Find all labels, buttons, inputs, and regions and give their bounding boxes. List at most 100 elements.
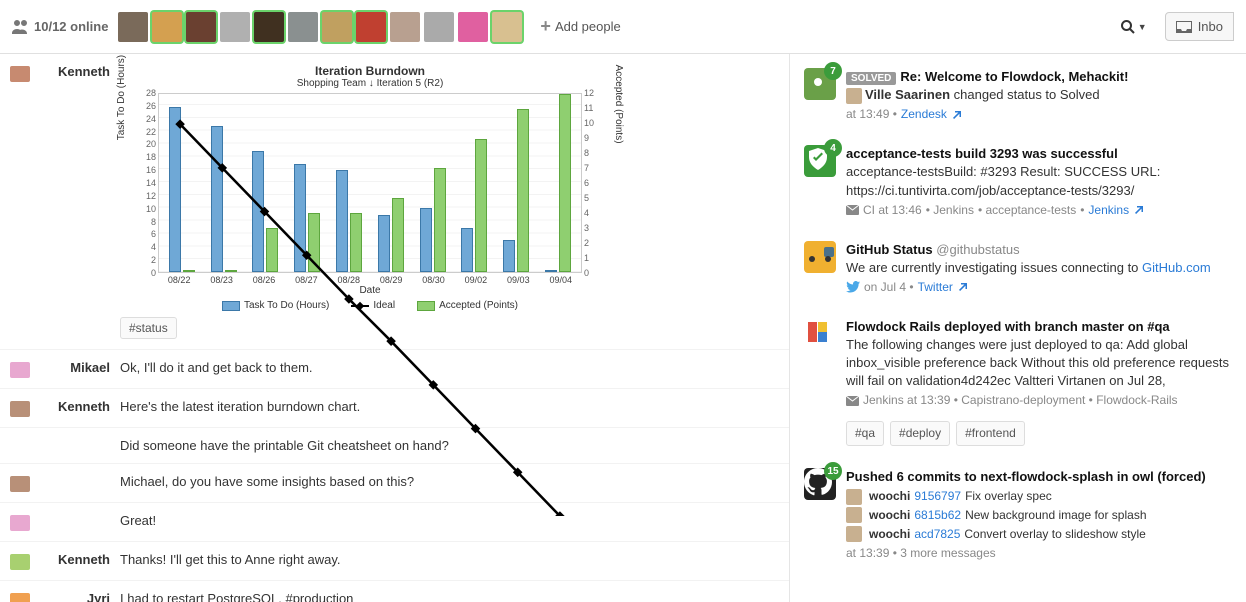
search-button[interactable]: ▼ [1120,19,1147,35]
feed-item[interactable]: Flowdock Rails deployed with branch mast… [804,318,1236,446]
feed-tag[interactable]: #frontend [956,421,1025,446]
chat-message: KennethThanks! I'll get this to Anne rig… [0,542,789,581]
feed-badge: 4 [824,139,842,157]
x-tick: 08/22 [168,275,191,285]
burndown-chart: Iteration BurndownShopping Team ↓ Iterat… [120,64,620,311]
message-glyph-icon [10,362,30,378]
feed-description: We are currently investigating issues co… [846,260,1211,275]
avatar-7[interactable] [356,12,386,42]
commit-hash[interactable]: acd7825 [914,526,960,543]
add-people-label: Add people [555,19,621,34]
avatar-0[interactable] [118,12,148,42]
avatar-1[interactable] [152,12,182,42]
bar-accepted [183,270,195,272]
feed-meta: at 13:39 • 3 more messages [846,545,1236,562]
x-tick: 08/23 [210,275,233,285]
message-author [40,513,120,531]
inbox-icon [1176,21,1192,33]
feed-source-icon: 7 [804,68,836,100]
feed-item[interactable]: 15Pushed 6 commits to next-flowdock-spla… [804,468,1236,561]
bar-todo [420,208,432,272]
commit-row: woochi 9156797 Fix overlay spec [846,488,1236,505]
feed-tag[interactable]: #deploy [890,421,950,446]
feed-meta: on Jul 4 • Twitter [846,279,1236,296]
avatar-11[interactable] [492,12,522,42]
magnifier-icon [1120,19,1136,35]
avatar-6[interactable] [322,12,352,42]
bar-todo [378,215,390,272]
avatar-9[interactable] [424,12,454,42]
feed-body: Flowdock Rails deployed with branch mast… [846,318,1236,446]
message-glyph-icon [10,554,30,570]
message-author: Kenneth [40,64,120,339]
feed-meta: CI at 13:46 • Jenkins • acceptance-tests… [846,202,1236,219]
avatar-2[interactable] [186,12,216,42]
y-axis-right-label: Accepted (Points) [613,65,624,144]
avatar-5[interactable] [288,12,318,42]
feed-item[interactable]: 7 SOLVED Re: Welcome to Flowdock, Mehackit… [804,68,1236,123]
top-bar: 10/12 online + Add people ▼ Inbo [0,0,1246,54]
message-author: Kenneth [40,552,120,570]
chat-message: Michael, do you have some insights based… [0,464,789,503]
message-author: Mikael [40,360,120,378]
avatar-10[interactable] [458,12,488,42]
chat-message: Great! [0,503,789,542]
feed-title: Flowdock Rails deployed with branch mast… [846,319,1170,334]
commit-hash[interactable]: 9156797 [914,488,961,505]
feed-meta: at 13:49 • Zendesk [846,106,1236,123]
message-author [40,438,120,453]
message-glyph-icon [10,593,30,602]
feed-meta: Jenkins at 13:39 • Capistrano-deployment… [846,392,1236,409]
feed-badge: 15 [824,462,842,480]
bar-todo [169,107,181,272]
inbox-button[interactable]: Inbo [1165,12,1234,41]
feed-title: Re: Welcome to Flowdock, Mehackit! [900,69,1128,84]
chat-column: KennethIteration BurndownShopping Team ↓… [0,54,790,602]
bar-accepted [266,228,278,273]
commit-hash[interactable]: 6815b62 [914,507,961,524]
feed-description: The following changes were just deployed… [846,337,1229,388]
bar-todo [503,240,515,272]
message-tag[interactable]: #status [120,317,177,339]
feed-body: Pushed 6 commits to next-flowdock-splash… [846,468,1236,561]
feed-description: acceptance-testsBuild: #3293 Result: SUC… [846,164,1160,197]
feed-meta-link[interactable]: Twitter [918,279,953,296]
feed-meta-link[interactable]: Zendesk [901,106,947,123]
x-tick: 09/04 [549,275,572,285]
commit-row: woochi 6815b62 New background image for … [846,507,1236,524]
chart-subtitle: Shopping Team ↓ Iteration 5 (R2) [120,78,620,89]
feed-tag[interactable]: #qa [846,421,884,446]
avatar-8[interactable] [390,12,420,42]
inbox-label: Inbo [1198,19,1223,34]
feed-item[interactable]: 4acceptance-tests build 3293 was success… [804,145,1236,218]
feed-title: GitHub Status @githubstatus [846,242,1020,257]
message-author: Jyri [40,591,120,602]
message-glyph-icon [10,401,30,417]
bar-accepted [517,109,529,272]
bar-accepted [559,94,571,272]
bar-accepted [392,198,404,272]
mini-avatar [846,88,862,104]
bar-accepted [475,139,487,273]
add-people-button[interactable]: + Add people [540,16,620,37]
avatar-3[interactable] [220,12,250,42]
message-author [40,474,120,492]
x-tick: 08/28 [337,275,360,285]
mail-icon [846,396,859,406]
chat-message: JyriI had to restart PostgreSQL. #produc… [0,581,789,602]
message-body: Michael, do you have some insights based… [120,474,775,492]
message-glyph-icon [10,476,30,492]
chat-message: Did someone have the printable Git cheat… [0,428,789,464]
online-count: 10/12 online [34,19,108,34]
feed-meta-link[interactable]: Jenkins [1088,202,1129,219]
chart-legend: Task To Do (Hours)IdealAccepted (Points) [120,300,620,311]
feed-item[interactable]: GitHub Status @githubstatus We are curren… [804,241,1236,296]
message-body: Did someone have the printable Git cheat… [120,438,775,453]
feed-badge: 7 [824,62,842,80]
mini-avatar [846,526,862,542]
avatar-4[interactable] [254,12,284,42]
twitter-icon [846,281,860,293]
solved-badge: SOLVED [846,72,896,85]
mini-avatar [846,489,862,505]
message-glyph-icon [10,66,30,82]
